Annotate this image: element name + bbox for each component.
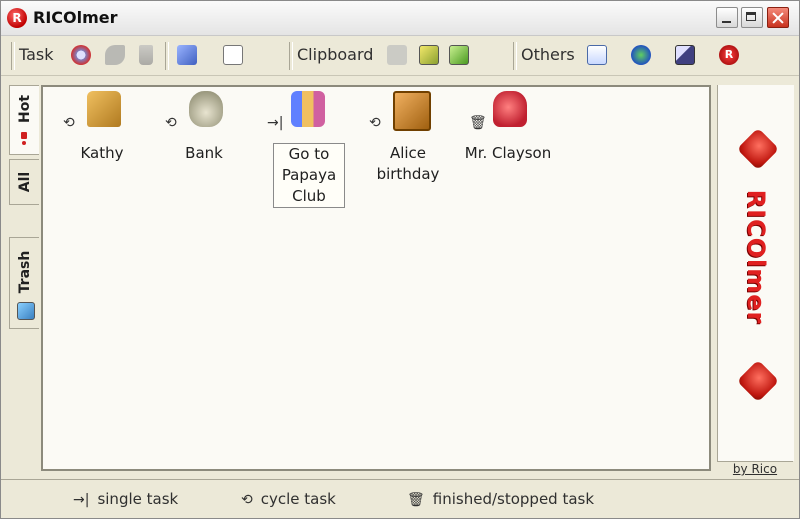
task-label: Go to Papaya Club xyxy=(273,143,345,208)
window-title: RICOlmer xyxy=(33,8,118,27)
legend-cycle-label: cycle task xyxy=(260,490,336,508)
paste-icon[interactable] xyxy=(419,45,439,65)
tab-trash-label: Trash xyxy=(16,250,33,294)
task-properties-icon[interactable] xyxy=(177,45,197,65)
toolbar-separator xyxy=(289,42,293,70)
exclamation-icon xyxy=(21,132,27,146)
finished-task-indicator-icon: 🗑 xyxy=(469,115,487,131)
task-label: Bank xyxy=(185,144,223,162)
branding-panel: RICOlmer xyxy=(717,85,794,461)
gift-box-icon xyxy=(393,91,431,131)
single-task-indicator-icon: →| xyxy=(267,115,284,131)
note-page-icon[interactable] xyxy=(223,45,243,65)
credit-link[interactable]: by Rico xyxy=(717,461,793,478)
rico-logo-icon[interactable]: R xyxy=(719,45,739,65)
tab-hot[interactable]: Hot xyxy=(9,85,39,155)
toolbar: Task Clipboard Others R xyxy=(1,37,799,76)
legend-single-task: →| single task xyxy=(73,490,178,508)
legend-finished-label: finished/stopped task xyxy=(432,490,595,508)
tab-all-label: All xyxy=(16,171,33,193)
task-group-label: Task xyxy=(19,45,54,64)
legend-single-label: single task xyxy=(97,490,179,508)
task-label: Mr. Clayson xyxy=(464,144,552,162)
copy-icon[interactable] xyxy=(387,45,407,65)
cycle-task-indicator-icon: ⟲ xyxy=(63,115,75,131)
multi-window-icon[interactable] xyxy=(675,45,695,65)
back-icon[interactable] xyxy=(105,45,125,65)
rico-emblem-icon xyxy=(736,359,780,403)
tab-trash[interactable]: Trash xyxy=(9,237,39,329)
rico-emblem-icon xyxy=(736,127,780,171)
tab-all[interactable]: All xyxy=(9,159,39,205)
legend-bar: →| single task ⟲ cycle task 🗑 finished/stop… xyxy=(1,479,799,518)
toolbar-separator xyxy=(513,42,517,70)
maximize-button[interactable] xyxy=(741,7,763,28)
recycle-bin-icon xyxy=(17,302,35,320)
cycle-task-indicator-icon: ⟲ xyxy=(369,115,381,131)
tab-hot-label: Hot xyxy=(16,95,33,124)
brand-vertical-text: RICOlmer xyxy=(742,189,770,325)
task-label: Kathy xyxy=(80,144,124,162)
drinks-icon xyxy=(291,91,325,127)
toolbar-separator xyxy=(11,42,15,70)
task-panel: ⟲ Kathy ⟲ Bank →| Go to Papaya Club ⟲ Al… xyxy=(41,85,711,471)
legend-finished-task: 🗑 finished/stopped task xyxy=(407,490,594,508)
globe-icon[interactable] xyxy=(631,45,651,65)
cycle-task-icon: ⟲ xyxy=(241,492,253,508)
app-icon[interactable]: R xyxy=(7,8,27,28)
toolbar-separator xyxy=(165,42,169,70)
others-group-label: Others xyxy=(521,45,575,64)
window-icon[interactable] xyxy=(587,45,607,65)
delete-task-icon[interactable] xyxy=(139,45,153,65)
legend-cycle-task: ⟲ cycle task xyxy=(241,490,336,508)
cycle-task-indicator-icon: ⟲ xyxy=(165,115,177,131)
new-cycle-task-icon[interactable] xyxy=(71,45,91,65)
task-label: Alice birthday xyxy=(376,144,440,183)
telephone-icon xyxy=(493,91,527,127)
clipboard-group-label: Clipboard xyxy=(297,45,374,64)
paste-special-icon[interactable] xyxy=(449,45,469,65)
title-bar: R RICOlmer xyxy=(1,1,799,36)
ricolmer-window: R RICOlmer Task Clipboard Others R Hot A… xyxy=(0,0,800,519)
box-icon xyxy=(87,91,121,127)
trash-can-icon: 🗑 xyxy=(407,492,425,508)
money-bag-icon xyxy=(189,91,223,127)
minimize-button[interactable] xyxy=(716,7,738,28)
close-button[interactable] xyxy=(767,7,789,28)
single-task-icon: →| xyxy=(73,492,90,508)
